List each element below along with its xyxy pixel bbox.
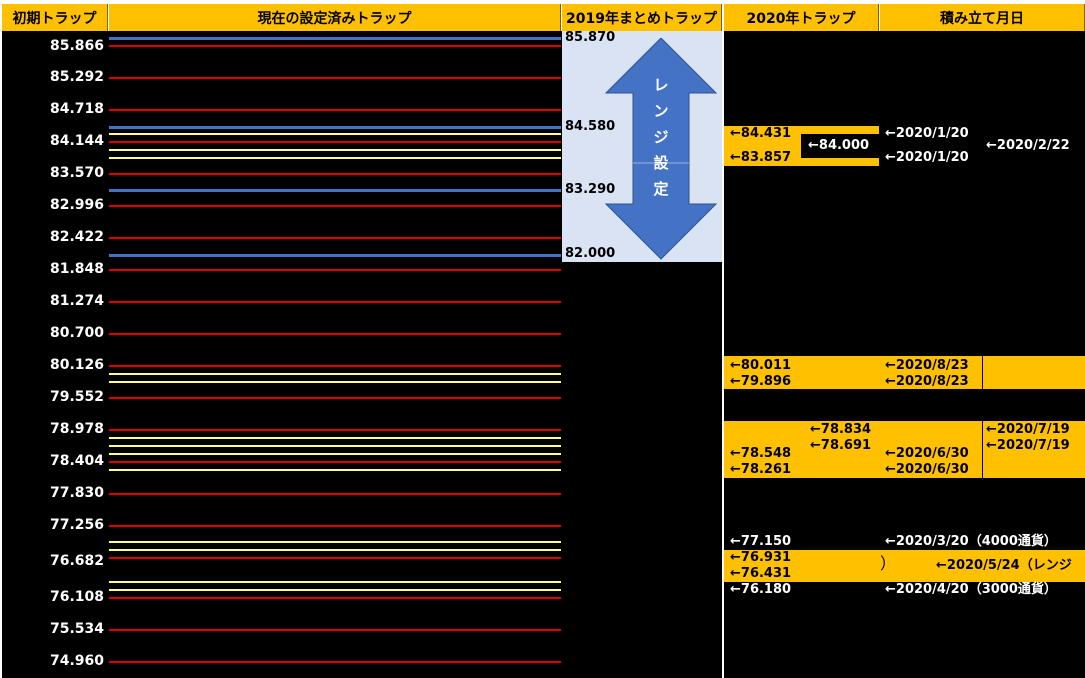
- trap-77150: ←77.150: [730, 534, 792, 549]
- trap-78261: ←78.261: [730, 462, 792, 477]
- date-2020-3-20: ←2020/3/20（4000通貨）: [885, 534, 1057, 549]
- trap-83857: ←83.857: [730, 150, 792, 165]
- yellow-trap-line: [109, 549, 561, 551]
- divider: [982, 356, 983, 389]
- red-trap-line: [109, 77, 561, 79]
- spreadsheet: 初期トラップ 現在の設定済みトラップ 2019年まとめトラップ 2020年トラッ…: [0, 0, 1085, 678]
- trap-78691: ←78.691: [810, 438, 872, 453]
- blue-trap-line: [109, 254, 561, 257]
- red-trap-line: [109, 269, 561, 271]
- header-accumulation-date[interactable]: 積み立て月日: [880, 4, 1085, 31]
- date-2020-1-20-a: ←2020/1/20: [885, 126, 969, 141]
- initial-price-11: 79.552: [49, 389, 104, 405]
- range-value-top: 85.870: [565, 30, 616, 45]
- yellow-trap-line: [109, 445, 561, 447]
- date-2020-2-22: ←2020/2/22: [986, 138, 1070, 153]
- red-trap-line: [109, 629, 561, 631]
- initial-price-13: 78.404: [49, 453, 104, 469]
- trap-78834: ←78.834: [810, 422, 872, 437]
- initial-price-3: 84.144: [49, 133, 104, 149]
- initial-price-18: 75.534: [49, 621, 104, 637]
- yellow-trap-line: [109, 133, 561, 135]
- red-trap-line: [109, 557, 561, 559]
- range-setting-label: レンジ設定: [653, 76, 669, 198]
- initial-price-2: 84.718: [49, 101, 104, 117]
- initial-price-9: 80.700: [49, 325, 104, 341]
- range-value-bottom: 82.000: [565, 246, 616, 261]
- trap-78548: ←78.548: [730, 446, 792, 461]
- date-2020-5-24: ←2020/5/24（レンジ: [936, 558, 1072, 573]
- initial-price-4: 83.570: [49, 165, 104, 181]
- initial-price-6: 82.422: [49, 229, 104, 245]
- initial-price-10: 80.126: [49, 357, 104, 373]
- trap-84431: ←84.431: [730, 126, 792, 141]
- red-trap-line: [109, 333, 561, 335]
- header-initial-trap[interactable]: 初期トラップ: [2, 4, 108, 31]
- initial-price-8: 81.274: [49, 293, 104, 309]
- red-trap-line: [109, 365, 561, 367]
- initial-price-12: 78.978: [49, 421, 104, 437]
- date-2020-1-20-b: ←2020/1/20: [885, 150, 969, 165]
- yellow-trap-line: [109, 437, 561, 439]
- initial-price-19: 74.960: [49, 653, 104, 669]
- red-trap-line: [109, 597, 561, 599]
- red-trap-line: [109, 237, 561, 239]
- red-trap-line: [109, 205, 561, 207]
- trap-76431: ←76.431: [730, 566, 792, 581]
- range-value-2: 84.580: [565, 119, 616, 134]
- bracket-glyph: ）: [880, 554, 897, 573]
- red-trap-line: [109, 493, 561, 495]
- header-2020-trap[interactable]: 2020年トラップ: [724, 4, 879, 31]
- initial-price-0: 85.866: [49, 38, 104, 54]
- date-2020-7-19-b: ←2020/7/19: [986, 438, 1070, 453]
- date-2020-8-23-a: ←2020/8/23: [885, 358, 969, 373]
- trap-84000: ←84.000: [808, 138, 870, 153]
- initial-price-16: 76.682: [49, 553, 104, 569]
- yellow-trap-line: [109, 149, 561, 151]
- blue-trap-line: [109, 126, 561, 129]
- yellow-trap-line: [109, 589, 561, 591]
- initial-price-1: 85.292: [49, 69, 104, 85]
- trap-76931: ←76.931: [730, 550, 792, 565]
- blue-trap-line: [109, 189, 561, 192]
- red-trap-line: [109, 525, 561, 527]
- yellow-trap-line: [109, 453, 561, 455]
- initial-price-7: 81.848: [49, 261, 104, 277]
- red-trap-line: [109, 461, 561, 463]
- red-trap-line: [109, 109, 561, 111]
- range-value-3: 83.290: [565, 182, 616, 197]
- date-2020-4-20: ←2020/4/20（3000通貨）: [885, 582, 1057, 597]
- red-trap-line: [109, 141, 561, 143]
- red-trap-line: [109, 397, 561, 399]
- trap-80011: ←80.011: [730, 358, 792, 373]
- red-trap-line: [109, 45, 561, 47]
- initial-price-17: 76.108: [49, 589, 104, 605]
- date-2020-7-19-a: ←2020/7/19: [986, 422, 1070, 437]
- yellow-trap-line: [109, 581, 561, 583]
- blue-trap-line: [109, 37, 561, 40]
- yellow-trap-line: [109, 373, 561, 375]
- date-2020-8-23-b: ←2020/8/23: [885, 374, 969, 389]
- red-trap-line: [109, 173, 561, 175]
- date-2020-6-30-a: ←2020/6/30: [885, 446, 969, 461]
- initial-price-14: 77.830: [49, 485, 104, 501]
- red-trap-line: [109, 661, 561, 663]
- red-trap-line: [109, 301, 561, 303]
- red-trap-line: [109, 429, 561, 431]
- yellow-trap-line: [109, 381, 561, 383]
- trap-79896: ←79.896: [730, 374, 792, 389]
- trap-76180: ←76.180: [730, 582, 792, 597]
- yellow-trap-line: [109, 541, 561, 543]
- divider: [982, 421, 983, 478]
- yellow-trap-line: [109, 469, 561, 471]
- header-2019-trap[interactable]: 2019年まとめトラップ: [562, 4, 722, 31]
- yellow-trap-line: [109, 157, 561, 159]
- date-2020-6-30-b: ←2020/6/30: [885, 462, 969, 477]
- header-current-trap[interactable]: 現在の設定済みトラップ: [109, 4, 561, 31]
- initial-price-5: 82.996: [49, 197, 104, 213]
- initial-price-15: 77.256: [49, 517, 104, 533]
